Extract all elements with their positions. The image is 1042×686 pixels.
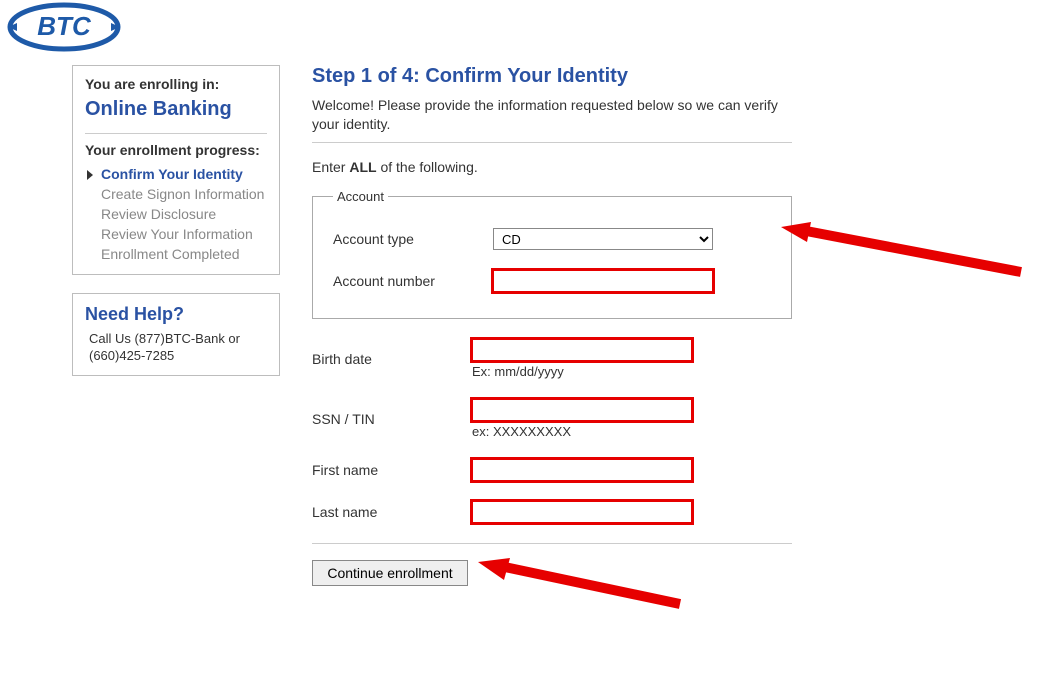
birth-date-hint: Ex: mm/dd/yyyy (472, 364, 792, 379)
sidebar: You are enrolling in: Online Banking You… (72, 65, 280, 394)
svg-text:BTC: BTC (37, 11, 92, 41)
divider-bottom (312, 543, 792, 544)
first-name-label: First name (312, 462, 472, 478)
last-name-input[interactable] (472, 501, 692, 523)
progress-step-signon: Create Signon Information (91, 184, 267, 204)
help-title: Need Help? (85, 304, 267, 325)
logo-wrap: BTC (0, 0, 1042, 65)
annotation-arrow-icon (470, 554, 690, 614)
account-type-label: Account type (333, 231, 493, 247)
account-number-input[interactable] (493, 270, 713, 292)
ssn-label: SSN / TIN (312, 411, 472, 427)
logo: BTC (4, 0, 124, 57)
enrolling-in-title: Online Banking (85, 98, 267, 121)
continue-enrollment-button[interactable]: Continue enrollment (312, 560, 468, 586)
account-legend: Account (333, 189, 388, 204)
enter-all-text: Enter ALL of the following. (312, 159, 792, 175)
enter-all-suffix: of the following. (377, 159, 478, 175)
progress-list: Confirm Your Identity Create Signon Info… (85, 164, 267, 264)
main-content: Step 1 of 4: Confirm Your Identity Welco… (312, 65, 792, 586)
account-number-label: Account number (333, 273, 493, 289)
ssn-hint: ex: XXXXXXXXX (472, 424, 792, 439)
progress-step-confirm: Confirm Your Identity (91, 164, 267, 184)
progress-step-completed: Enrollment Completed (91, 244, 267, 264)
page-title: Step 1 of 4: Confirm Your Identity (312, 65, 792, 88)
annotation-arrow-icon (771, 222, 1031, 282)
help-box: Need Help? Call Us (877)BTC-Bank or (660… (72, 293, 280, 376)
help-text: Call Us (877)BTC-Bank or (660)425-7285 (85, 331, 267, 365)
welcome-text: Welcome! Please provide the information … (312, 96, 792, 134)
progress-step-review: Review Your Information (91, 224, 267, 244)
account-fieldset: Account Account type CD Account number (312, 189, 792, 319)
divider (312, 142, 792, 143)
account-type-select[interactable]: CD (493, 228, 713, 250)
last-name-label: Last name (312, 504, 472, 520)
progress-step-disclosure: Review Disclosure (91, 204, 267, 224)
birth-date-label: Birth date (312, 351, 472, 367)
enter-all-bold: ALL (349, 159, 376, 175)
enrollment-box: You are enrolling in: Online Banking You… (72, 65, 280, 275)
enter-all-prefix: Enter (312, 159, 349, 175)
birth-date-input[interactable] (472, 339, 692, 361)
enrolling-in-label: You are enrolling in: (85, 76, 267, 92)
progress-label: Your enrollment progress: (85, 133, 267, 158)
ssn-input[interactable] (472, 399, 692, 421)
first-name-input[interactable] (472, 459, 692, 481)
